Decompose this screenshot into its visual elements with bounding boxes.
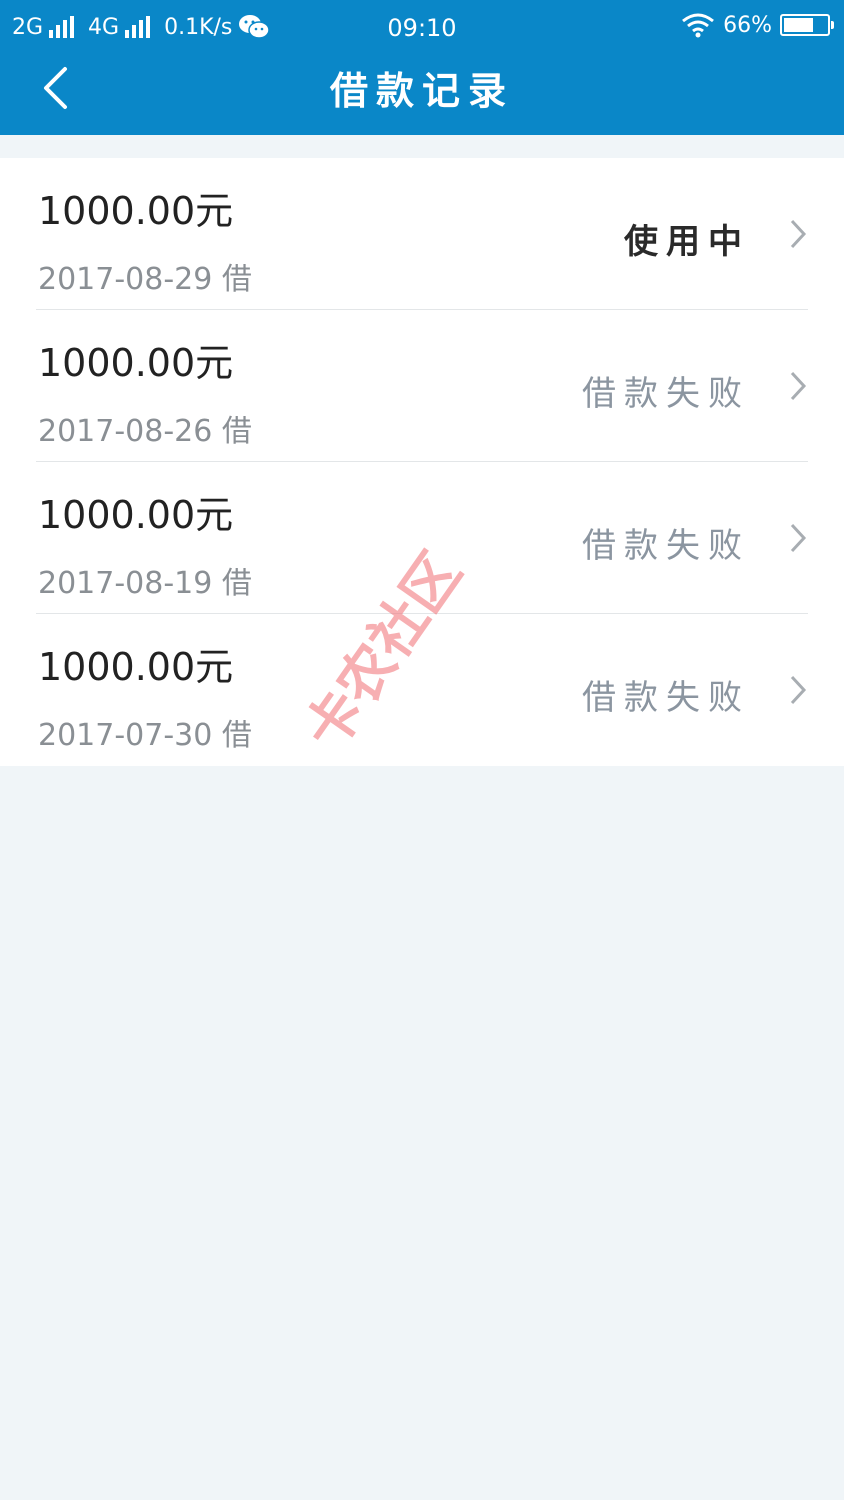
loan-record-row[interactable]: 1000.00元 2017-08-26 借 借款失败 — [0, 310, 844, 462]
loan-status: 借款失败 — [582, 526, 750, 566]
status-bar: 2G 4G 0.1K/s 09:10 66% — [0, 0, 844, 58]
page-title: 借款记录 — [329, 69, 514, 113]
status-right: 66% — [681, 12, 834, 38]
battery-icon — [780, 14, 834, 36]
loan-date: 2017-07-30 借 — [38, 718, 252, 753]
loan-date: 2017-08-19 借 — [38, 566, 252, 601]
wifi-icon — [682, 13, 715, 38]
chevron-right-icon — [790, 371, 807, 401]
loan-record-list: 1000.00元 2017-08-29 借 使用中 1000.00元 2017-… — [0, 158, 844, 766]
loan-status: 使用中 — [624, 222, 750, 262]
chevron-right-icon — [790, 219, 807, 249]
loan-status: 借款失败 — [582, 374, 750, 414]
chevron-right-icon — [790, 675, 807, 705]
loan-amount: 1000.00元 — [38, 341, 234, 385]
loan-record-row[interactable]: 1000.00元 2017-08-29 借 使用中 — [0, 158, 844, 310]
app-header: 2G 4G 0.1K/s 09:10 66% 借款记录 — [0, 0, 844, 135]
loan-date: 2017-08-26 借 — [38, 414, 252, 449]
loan-amount: 1000.00元 — [38, 189, 234, 233]
loan-amount: 1000.00元 — [38, 493, 234, 537]
loan-record-row[interactable]: 1000.00元 2017-07-30 借 借款失败 — [0, 614, 844, 766]
loan-status: 借款失败 — [582, 678, 750, 718]
loan-record-row[interactable]: 1000.00元 2017-08-19 借 借款失败 — [0, 462, 844, 614]
loan-date: 2017-08-29 借 — [38, 262, 252, 297]
loan-amount: 1000.00元 — [38, 645, 234, 689]
battery-percent: 66% — [723, 12, 772, 38]
chevron-right-icon — [790, 523, 807, 553]
